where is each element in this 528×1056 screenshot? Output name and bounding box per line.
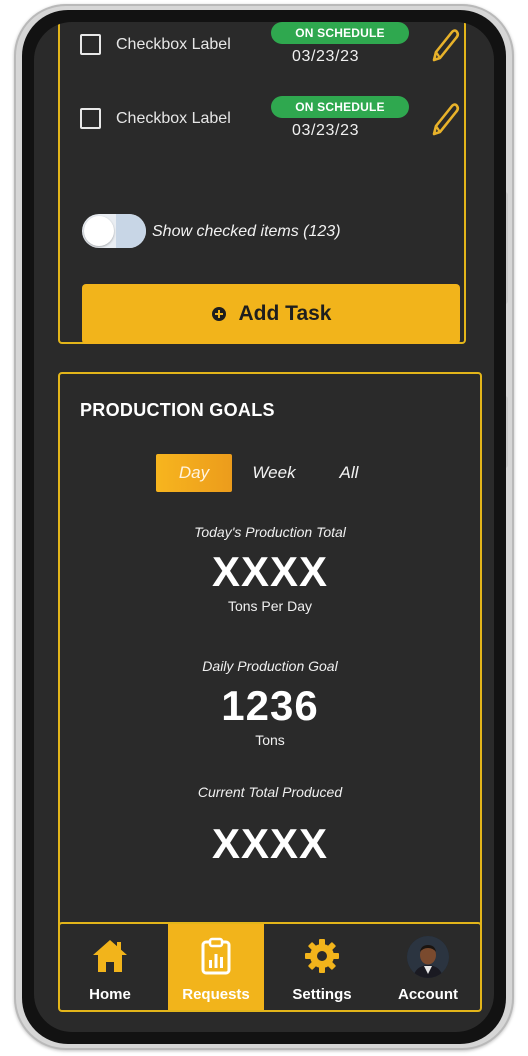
pencil-icon[interactable] <box>426 100 460 140</box>
home-icon <box>93 940 127 972</box>
toggle-track <box>116 214 146 248</box>
bottom-nav: Home Requests Settings Account <box>58 922 482 1012</box>
task-label: Checkbox Label <box>116 36 231 53</box>
task-checkbox[interactable] <box>80 108 101 129</box>
nav-item-settings[interactable]: Settings <box>274 924 370 1010</box>
metric-label: Current Total Produced <box>197 784 343 800</box>
status-badge: ON SCHEDULE <box>271 96 409 118</box>
plus-circle-icon <box>211 307 226 321</box>
toggle-label: Show checked items (123) <box>152 223 341 240</box>
toggle-knob <box>84 216 114 246</box>
task-card: Checkbox Label ON SCHEDULE 03/23/23 Chec… <box>58 22 466 344</box>
section-title: PRODUCTION GOALS <box>80 400 275 420</box>
production-goals-card: PRODUCTION GOALS Day Week All Today's Pr… <box>58 372 482 972</box>
status-badge: ON SCHEDULE <box>271 22 409 44</box>
nav-label: Account <box>398 986 458 1003</box>
nav-label: Settings <box>292 986 352 1003</box>
show-checked-toggle[interactable] <box>82 214 146 248</box>
task-checkbox[interactable] <box>80 34 101 55</box>
add-task-label: Add Task <box>238 302 332 325</box>
tab-day[interactable]: Day <box>156 454 232 492</box>
metric-value: 1236 <box>221 682 319 729</box>
nav-item-requests[interactable]: Requests <box>168 924 264 1010</box>
add-task-button[interactable]: Add Task <box>82 284 460 344</box>
gear-icon <box>305 939 339 973</box>
task-row: Checkbox Label ON SCHEDULE 03/23/23 <box>80 96 460 142</box>
tab-week[interactable]: Week <box>236 454 312 492</box>
clipboard-chart-icon <box>201 937 231 975</box>
task-date: 03/23/23 <box>292 122 360 139</box>
metric-unit: Tons <box>255 732 285 748</box>
app-screen: Checkbox Label ON SCHEDULE 03/23/23 Chec… <box>34 22 494 1032</box>
nav-item-account[interactable]: Account <box>380 924 476 1010</box>
metric-value: XXXX <box>211 548 329 595</box>
metric-label: Daily Production Goal <box>202 658 338 674</box>
nav-label: Requests <box>182 986 250 1003</box>
nav-item-home[interactable]: Home <box>62 924 158 1010</box>
metric-unit: Tons Per Day <box>227 598 313 614</box>
avatar <box>407 936 449 978</box>
metric-label: Today's Production Total <box>194 524 346 540</box>
task-label: Checkbox Label <box>116 110 231 127</box>
tab-all[interactable]: All <box>314 454 384 492</box>
metric-value: XXXX <box>211 820 329 867</box>
nav-label: Home <box>89 986 131 1003</box>
task-date: 03/23/23 <box>292 48 360 65</box>
pencil-icon[interactable] <box>426 26 460 66</box>
task-row: Checkbox Label ON SCHEDULE 03/23/23 <box>80 22 460 68</box>
